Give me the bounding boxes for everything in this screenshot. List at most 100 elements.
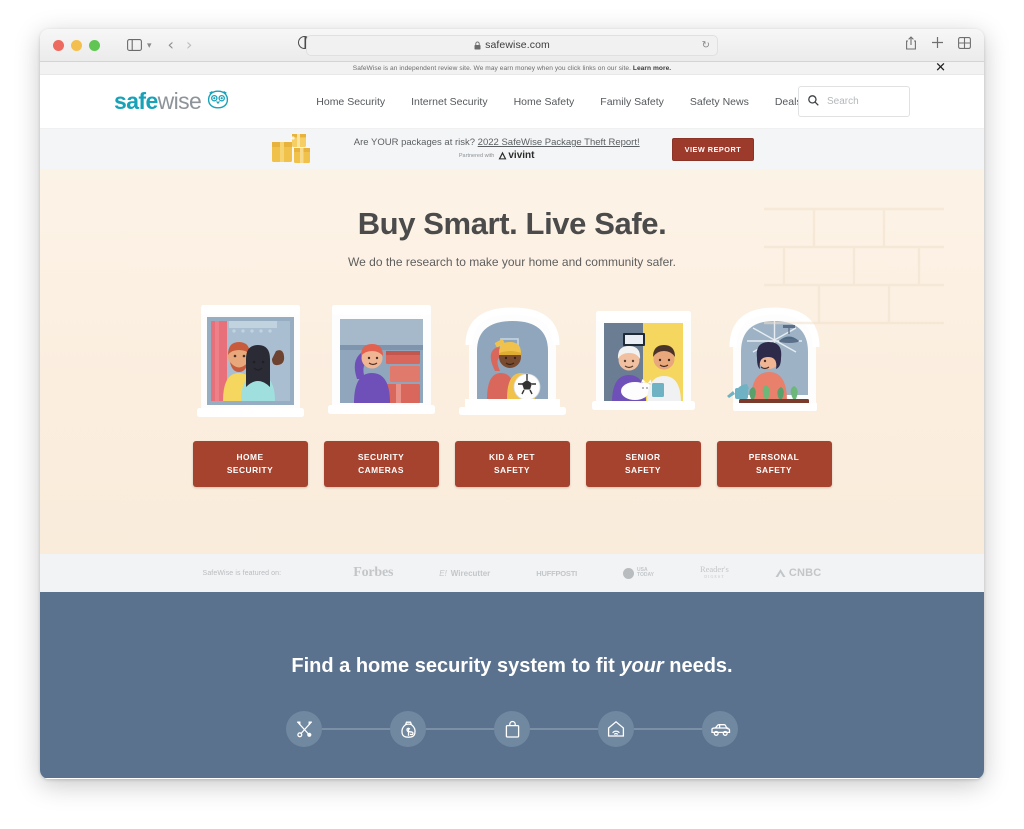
address-bar-container[interactable]: safewise.com ↻ [306,34,718,56]
press-label: SafeWise is featured on: [202,569,282,577]
finder-title-pre: Find a home security system to fit [291,655,621,677]
promo-banner: Are YOUR packages at risk? 2022 SafeWise… [40,129,984,169]
logo-text-safe: safe [114,88,158,114]
plus-icon[interactable] [931,36,944,54]
huffpost-logo[interactable]: HUFFPOSTI [536,569,577,578]
category-button-senior-safety[interactable]: SENIOR SAFETY [585,441,701,487]
hero-card-security-cameras[interactable] [324,295,439,427]
browser-window: ▾ ‹ › safewise.com ↻ SafeWise is an inde… [40,29,984,779]
owl-icon [207,89,229,114]
category-label-line1: KID & PET [489,452,535,462]
affiliate-disclosure-bar: SafeWise is an independent review site. … [40,62,984,75]
step-connector [530,728,598,730]
wirecutter-name: Wirecutter [450,568,491,578]
maximize-window-button[interactable] [89,39,100,51]
category-label-line2: CAMERAS [358,465,404,475]
category-label-line2: SAFETY [493,465,531,475]
readers-digest-line2: DIGEST [704,574,725,579]
window-seniors-cat-illustration [591,311,695,410]
forward-arrow-icon[interactable]: › [186,37,192,53]
nav-item-internet-security[interactable]: Internet Security [411,96,487,108]
window-couple-illustration [196,305,304,417]
step-cost[interactable] [390,711,426,747]
nav-item-home-security[interactable]: Home Security [316,96,385,108]
window-kid-soccer-illustration [458,307,566,415]
hero-card-senior-safety[interactable] [586,295,701,427]
url-text: safewise.com [485,39,550,51]
close-icon[interactable]: ✕ [935,62,946,75]
category-label-line1: HOME [236,452,264,462]
search-icon [808,93,819,111]
tools-icon [296,721,312,737]
usatoday-logo[interactable]: USA TODAY [623,567,654,579]
site-logo[interactable]: safewise [114,88,229,115]
brick-wall-decoration [764,189,944,364]
hero-section: Buy Smart. Live Safe. We do the research… [40,169,984,554]
wirecutter-logo[interactable]: E! Wirecutter [439,569,490,578]
category-label-line1: SENIOR [625,452,661,462]
site-header: safewise Home Security Internet Security… [40,75,984,129]
main-navigation: Home Security Internet Security Home Saf… [316,96,801,108]
finder-title: Find a home security system to fit your … [40,592,984,678]
category-button-personal-safety[interactable]: PERSONAL SAFETY [716,441,832,487]
packages-icon [270,132,316,166]
promo-partner-prefix: Partnered with [458,152,495,159]
cnbc-peacock-icon [775,569,786,577]
category-button-kid-pet-safety[interactable]: KID & PET SAFETY [454,441,570,487]
minimize-window-button[interactable] [71,39,82,51]
readers-digest-logo[interactable]: Reader's DIGEST [700,565,729,581]
money-bag-icon [400,721,416,738]
category-button-security-cameras[interactable]: SECURITY CAMERAS [323,441,439,487]
category-buttons-row: HOME SECURITY SECURITY CAMERAS KID & PET… [40,441,984,487]
close-window-button[interactable] [53,39,64,51]
finder-section: Find a home security system to fit your … [40,592,984,778]
reload-icon[interactable]: ↻ [702,40,710,51]
category-label-line2: SAFETY [624,465,662,475]
tab-overview-icon[interactable] [958,36,971,54]
category-label-line2: SAFETY [755,465,793,475]
promo-report-link[interactable]: 2022 SafeWise Package Theft Report! [478,137,640,148]
logo-text-wise: wise [157,88,202,114]
disclosure-text: SafeWise is an independent review site. … [353,65,671,72]
category-label-line2: SECURITY [226,465,274,475]
sidebar-toggle-icon[interactable] [122,34,146,56]
nav-item-family-safety[interactable]: Family Safety [600,96,664,108]
search-input[interactable]: Search [798,86,910,117]
forbes-logo[interactable]: Forbes [353,565,393,581]
step-smart-home[interactable] [598,711,634,747]
usatoday-dot-icon [623,567,634,579]
share-icon[interactable] [905,35,917,55]
step-connector [634,728,702,730]
category-button-home-security[interactable]: HOME SECURITY [192,441,308,487]
step-connector [322,728,390,730]
category-label-line1: PERSONAL [748,452,800,462]
hero-card-home-security[interactable] [193,295,308,427]
step-shopping[interactable] [494,711,530,747]
lock-icon [474,41,481,50]
vivint-logo: vivint [498,150,534,161]
chevron-down-icon[interactable]: ▾ [147,40,152,51]
disclosure-sentence: SafeWise is an independent review site. … [352,64,633,72]
step-installation[interactable] [286,711,322,747]
search-placeholder: Search [827,96,859,107]
nav-item-home-safety[interactable]: Home Safety [514,96,575,108]
step-connector [426,728,494,730]
category-label-line1: SECURITY [357,452,405,462]
page-content: SafeWise is an independent review site. … [40,62,984,779]
back-arrow-icon[interactable]: ‹ [168,37,174,53]
learn-more-link[interactable]: Learn more. [633,65,671,72]
car-icon [710,723,730,736]
address-bar[interactable]: safewise.com ↻ [306,34,718,56]
cnbc-logo[interactable]: CNBC [775,567,822,579]
vivint-mark-icon [498,151,507,160]
press-strip: SafeWise is featured on: Forbes E! Wirecu… [40,554,984,592]
view-report-button[interactable]: VIEW REPORT [671,137,755,161]
window-controls[interactable] [53,39,100,51]
shopping-bag-icon [505,720,519,738]
nav-item-safety-news[interactable]: Safety News [690,96,749,108]
step-vehicle[interactable] [702,711,738,747]
finder-title-post: needs. [663,655,733,677]
hero-card-kid-pet-safety[interactable] [455,295,570,427]
window-waving-man-illustration [327,305,435,414]
finder-title-emphasis: your [620,655,664,677]
